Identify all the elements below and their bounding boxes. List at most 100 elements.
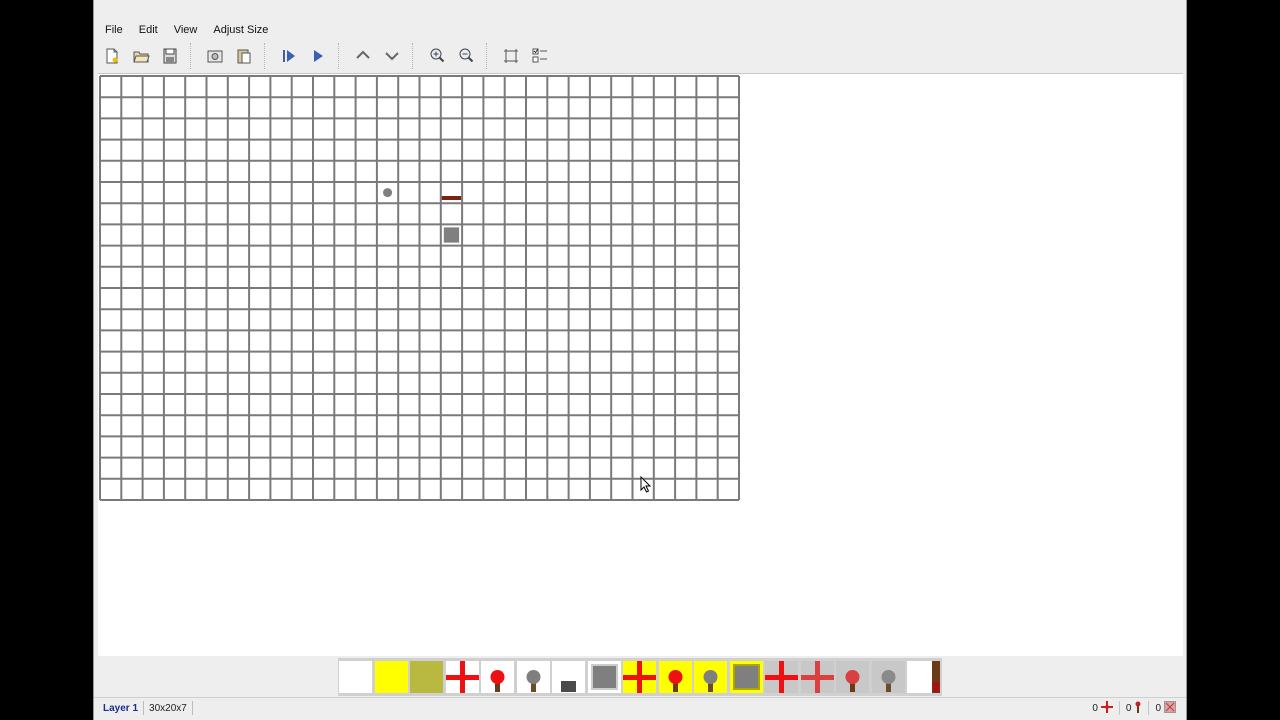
toolbar-separator xyxy=(190,43,197,69)
save-button[interactable] xyxy=(157,43,183,69)
paste-icon xyxy=(235,47,253,65)
toolbar-separator xyxy=(486,43,493,69)
menu-edit[interactable]: Edit xyxy=(134,24,164,36)
mouse-pointer-icon xyxy=(640,476,652,493)
counter-divider xyxy=(1148,701,1150,715)
layer-down-icon xyxy=(383,47,401,65)
palette-gray-torch[interactable] xyxy=(516,660,551,694)
layer-up-button[interactable] xyxy=(350,43,376,69)
toolbar-separator xyxy=(412,43,419,69)
empty-tile-icon xyxy=(339,661,372,693)
palette-slab[interactable] xyxy=(551,660,586,694)
toolbar-group-zoom xyxy=(424,43,482,69)
torch-counter: 0 xyxy=(1126,701,1143,716)
open-file-button[interactable] xyxy=(128,43,154,69)
save-disk-icon xyxy=(161,47,179,65)
app-window: File Edit View Adjust Size Layer 1 30x20… xyxy=(93,0,1187,720)
new-file-button[interactable] xyxy=(99,43,125,69)
play-icon xyxy=(309,47,327,65)
palette-red-cross[interactable] xyxy=(445,660,480,694)
wire-counter: 0 xyxy=(1092,700,1113,716)
palette-yellow-gray-block[interactable] xyxy=(729,660,764,694)
toolbar-group-run xyxy=(276,43,334,69)
status-counters: 0 0 0 xyxy=(1086,698,1176,718)
checklist-icon xyxy=(531,47,549,65)
palette-yellow-red-cross[interactable] xyxy=(622,660,657,694)
block-counter: 0 xyxy=(1155,700,1176,716)
gray-block-icon xyxy=(587,661,621,693)
placed-torch[interactable] xyxy=(383,188,393,198)
palette-wire-end[interactable] xyxy=(906,660,941,694)
toolbar-separator xyxy=(338,43,345,69)
screenshot-button[interactable] xyxy=(202,43,228,69)
palette-gray-red-cross[interactable] xyxy=(764,660,799,694)
toolbar-separator xyxy=(264,43,271,69)
yellow-gray-torch-icon xyxy=(694,661,727,693)
block-counter-value: 0 xyxy=(1155,702,1161,714)
placed-block[interactable] xyxy=(443,227,460,243)
toolbar-group-file xyxy=(99,43,186,69)
palette-olive[interactable] xyxy=(409,660,444,694)
menu-bar: File Edit View Adjust Size xyxy=(94,20,1186,40)
play-button[interactable] xyxy=(305,43,331,69)
toolbar xyxy=(94,40,1186,72)
fit-frame-icon xyxy=(502,47,520,65)
palette-gray-gray-torch[interactable] xyxy=(871,660,906,694)
layer-up-icon xyxy=(354,47,372,65)
wire-counter-value: 0 xyxy=(1092,702,1098,714)
slab-icon xyxy=(552,661,585,693)
palette-yellow-red-torch[interactable] xyxy=(658,660,693,694)
wire-cross-icon xyxy=(1100,700,1113,716)
layer-down-button[interactable] xyxy=(379,43,405,69)
gray-dim-cross-icon xyxy=(800,661,834,693)
grid-lines[interactable] xyxy=(99,75,740,501)
status-bar: Layer 1 30x20x7 0 0 0 xyxy=(94,697,1186,718)
yellow-tile-icon xyxy=(374,661,408,693)
zoom-out-button[interactable] xyxy=(453,43,479,69)
yellow-red-cross-icon xyxy=(623,661,656,693)
palette-gray-block[interactable] xyxy=(587,660,622,694)
new-file-icon xyxy=(103,47,121,65)
menu-view[interactable]: View xyxy=(169,24,204,36)
red-cross-wire-icon xyxy=(445,661,479,693)
menu-file[interactable]: File xyxy=(100,24,129,36)
grid-lines-group xyxy=(99,75,740,501)
torch-counter-icon xyxy=(1134,701,1142,716)
palette-gray-dim-torch[interactable] xyxy=(835,660,870,694)
paste-button[interactable] xyxy=(231,43,257,69)
palette-yellow[interactable] xyxy=(374,660,409,694)
palette-gray-dim-cross[interactable] xyxy=(800,660,835,694)
red-torch-icon xyxy=(481,661,514,693)
step-forward-icon xyxy=(280,47,298,65)
placed-wire[interactable] xyxy=(441,195,462,200)
palette-empty[interactable] xyxy=(338,660,373,694)
torch-counter-value: 0 xyxy=(1125,702,1132,714)
zoom-in-button[interactable] xyxy=(424,43,450,69)
toolbar-group-clipboard xyxy=(202,43,260,69)
block-palette xyxy=(338,658,942,696)
yellow-red-torch-icon xyxy=(658,661,692,693)
fit-frame-button[interactable] xyxy=(498,43,524,69)
block-counter-icon xyxy=(1164,700,1176,716)
screenshot-icon xyxy=(206,47,224,65)
zoom-in-icon xyxy=(428,47,446,65)
gray-dim-torch-icon xyxy=(836,661,869,693)
palette-yellow-gray-torch[interactable] xyxy=(693,660,728,694)
olive-tile-icon xyxy=(410,661,443,693)
gray-gray-torch-icon xyxy=(871,661,905,693)
editor-canvas[interactable] xyxy=(98,73,1183,656)
status-size: 30x20x7 xyxy=(144,701,193,715)
open-folder-icon xyxy=(132,47,150,65)
yellow-gray-block-icon xyxy=(729,661,763,693)
toolbar-group-view xyxy=(498,43,556,69)
build-grid[interactable] xyxy=(99,75,740,501)
gray-red-cross-icon xyxy=(765,661,798,693)
step-forward-button[interactable] xyxy=(276,43,302,69)
checklist-button[interactable] xyxy=(527,43,553,69)
wire-end-icon xyxy=(907,661,940,693)
gray-torch-icon xyxy=(516,661,550,693)
status-layer: Layer 1 xyxy=(98,701,145,715)
palette-red-torch[interactable] xyxy=(480,660,515,694)
menu-adjust-size[interactable]: Adjust Size xyxy=(208,24,274,36)
toolbar-group-layer xyxy=(350,43,408,69)
